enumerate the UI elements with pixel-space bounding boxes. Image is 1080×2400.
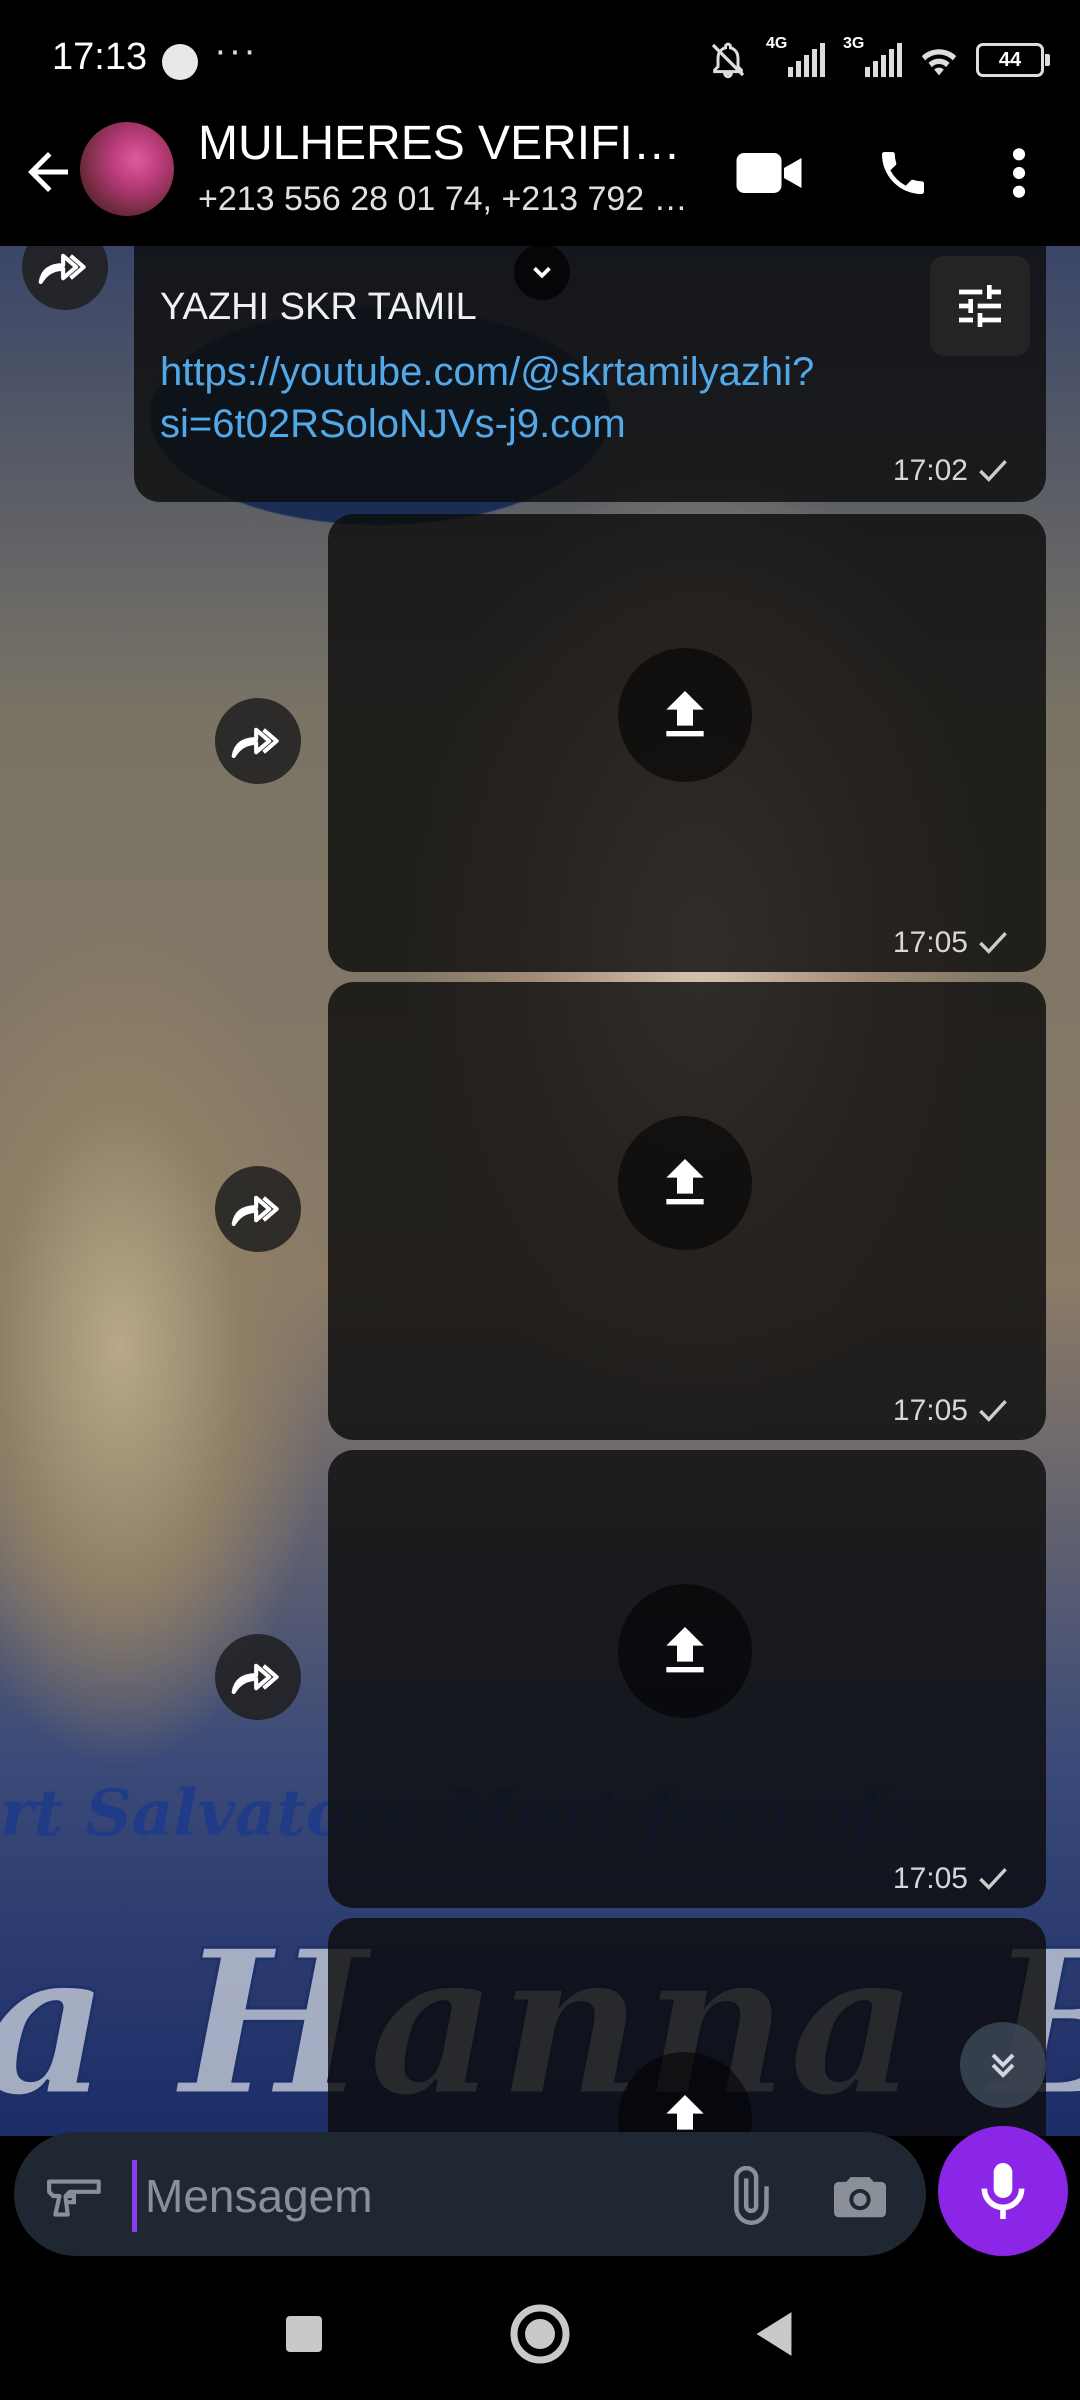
- message-time: 17:05: [893, 1862, 1010, 1896]
- message-link[interactable]: https://youtube.com/@skrtamilyazhi?si=6t…: [160, 346, 980, 450]
- message-time-text: 17:05: [892, 1394, 968, 1427]
- message-time: 17:02: [893, 454, 1010, 488]
- chat-messages-area[interactable]: rt Salvatore Mort fero ofc a Hanna Ba YA…: [0, 246, 1080, 2136]
- upload-button[interactable]: [618, 1116, 752, 1250]
- signal-3g-label: 3G: [843, 35, 865, 52]
- battery-level: 44: [998, 49, 1022, 71]
- upload-icon: [666, 2095, 704, 2136]
- signal-4g-icon: 4G: [766, 35, 825, 77]
- media-message[interactable]: 17:05: [328, 1450, 1046, 1908]
- forward-icon: [231, 727, 279, 758]
- forward-button[interactable]: [215, 1634, 301, 1720]
- forward-button[interactable]: [215, 698, 301, 784]
- microphone-icon: [981, 2163, 1025, 2219]
- chevron-down-icon: [533, 266, 551, 279]
- square-recents-icon: [286, 2316, 322, 2352]
- upload-icon: [666, 691, 704, 737]
- voice-record-button[interactable]: [938, 2126, 1068, 2256]
- status-icons: 4G 3G 44: [708, 30, 1050, 90]
- forwarded-link-title: YAZHI SKR TAMIL: [160, 286, 477, 328]
- paperclip-icon: [734, 2166, 769, 2225]
- message-input[interactable]: [132, 2160, 707, 2232]
- battery-icon: 44: [976, 43, 1050, 77]
- sent-check-icon: [979, 932, 1007, 954]
- message-time-text: 17:05: [892, 1862, 968, 1895]
- message-time: 17:05: [893, 1394, 1010, 1428]
- video-call-button[interactable]: [734, 138, 804, 208]
- signal-3g-icon: 3G: [843, 35, 902, 77]
- circle-home-icon: [510, 2304, 570, 2364]
- back-nav-button[interactable]: [734, 2294, 814, 2374]
- media-message[interactable]: [328, 1918, 1046, 2136]
- forward-icon: [231, 1663, 279, 1694]
- sent-check-icon: [979, 1400, 1007, 1422]
- more-vert-icon: [1012, 148, 1026, 198]
- voice-call-button[interactable]: [868, 138, 938, 208]
- sent-check-icon: [979, 1868, 1007, 1890]
- wifi-icon: [921, 49, 957, 76]
- message-time-text: 17:05: [892, 926, 968, 959]
- phone-call-icon: [882, 152, 924, 194]
- message-time: 17:05: [893, 926, 1010, 960]
- status-time: 17:13: [52, 36, 148, 78]
- upload-button[interactable]: [618, 1584, 752, 1718]
- forward-button[interactable]: [22, 246, 108, 310]
- pistol-emoji-button[interactable]: [36, 2156, 116, 2236]
- more-options-button[interactable]: [984, 138, 1054, 208]
- sent-check-icon: [979, 460, 1007, 482]
- mute-bell-icon: [711, 42, 745, 79]
- chat-participants[interactable]: +213 556 28 01 74, +213 792 00 00 00: [198, 180, 688, 219]
- upload-icon: [666, 1627, 704, 1673]
- forward-button[interactable]: [215, 1166, 301, 1252]
- link-preview-options-button[interactable]: [930, 256, 1030, 356]
- triangle-back-icon: [756, 2312, 792, 2356]
- upload-button[interactable]: [618, 2052, 752, 2136]
- message-time-text: 17:02: [892, 454, 968, 487]
- signal-4g-label: 4G: [766, 35, 788, 52]
- system-navigation-bar: [0, 2268, 1080, 2400]
- scroll-to-bottom-button[interactable]: [960, 2022, 1046, 2108]
- recents-button[interactable]: [264, 2294, 344, 2374]
- chat-header: MULHERES VERIFICADAS +213 556 28 01 74, …: [0, 117, 1080, 246]
- notification-dot-icon: [162, 44, 198, 80]
- media-message[interactable]: 17:05: [328, 982, 1046, 1440]
- tune-icon: [959, 285, 1001, 327]
- forward-icon: [38, 253, 86, 284]
- forward-icon: [231, 1195, 279, 1226]
- attach-button[interactable]: [708, 2156, 788, 2236]
- video-call-icon: [736, 153, 802, 193]
- status-bar: 17:13 ··· 4G 3G 44: [0, 0, 1080, 120]
- camera-button[interactable]: [820, 2156, 900, 2236]
- chat-title[interactable]: MULHERES VERIFICADAS: [198, 116, 688, 171]
- double-chevron-down-icon: [991, 2053, 1015, 2078]
- home-button[interactable]: [500, 2294, 580, 2374]
- upload-icon: [666, 1159, 704, 1205]
- status-more-indicator: ···: [214, 30, 258, 72]
- upload-button[interactable]: [618, 648, 752, 782]
- message-composer: [14, 2132, 926, 2256]
- media-message[interactable]: 17:05: [328, 514, 1046, 972]
- message-menu-button[interactable]: [514, 246, 570, 300]
- message-bubble-link[interactable]: YAZHI SKR TAMIL https://youtube.com/@skr…: [134, 246, 1046, 502]
- camera-icon: [834, 2177, 886, 2218]
- back-button[interactable]: [18, 142, 78, 202]
- pistol-icon: [47, 2179, 101, 2217]
- back-arrow-icon: [28, 152, 68, 192]
- group-avatar[interactable]: [80, 122, 174, 216]
